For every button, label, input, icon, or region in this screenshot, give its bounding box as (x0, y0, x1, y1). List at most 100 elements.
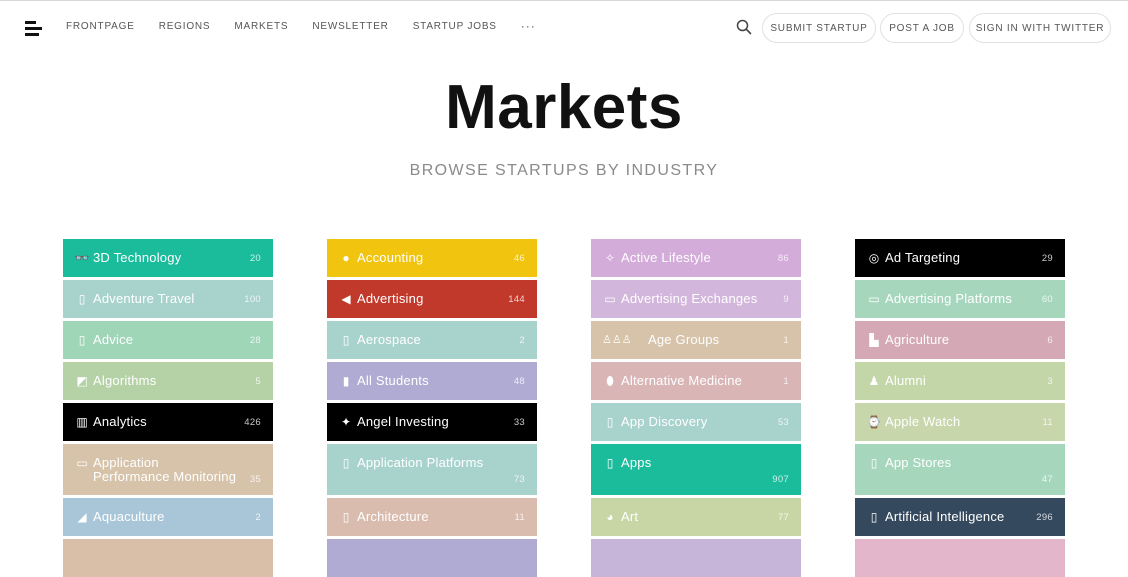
market-card[interactable]: 👓 3D Technology 20 (63, 239, 273, 277)
market-card[interactable]: ▭ Advertising Exchanges 9 (591, 280, 801, 318)
more-menu-icon[interactable]: ··· (521, 20, 536, 34)
market-name: App Discovery (621, 414, 708, 429)
market-card[interactable]: ▯ Application Platforms 73 (327, 444, 537, 495)
phone-icon: ▯ (606, 456, 614, 470)
sign-in-twitter-button[interactable]: SIGN IN WITH TWITTER (969, 13, 1111, 43)
market-card[interactable]: ▯ Apps 907 (591, 444, 801, 495)
market-name: Ad Targeting (885, 250, 961, 265)
market-count: 144 (508, 294, 525, 305)
bar-chart-icon: ▥ (76, 415, 88, 429)
market-card[interactable]: ▯ App Discovery 53 (591, 403, 801, 441)
glasses-icon: 👓 (74, 251, 90, 265)
placeholder-icon: ▯ (78, 292, 86, 306)
market-card[interactable]: ▭ Advertising Platforms 60 (855, 280, 1065, 318)
nav-newsletter[interactable]: NEWSLETTER (312, 20, 388, 34)
nav-regions[interactable]: REGIONS (159, 20, 211, 34)
market-name: Agriculture (885, 332, 950, 347)
money-bag-icon: ● (342, 251, 350, 265)
market-count: 47 (1041, 474, 1053, 485)
market-count: 86 (777, 253, 789, 264)
phone-icon: ▯ (606, 415, 614, 429)
nav-frontpage[interactable]: FRONTPAGE (66, 20, 135, 34)
market-count: 5 (255, 376, 261, 387)
market-card[interactable]: ♙♙♙ Age Groups 1 (591, 321, 801, 359)
market-card[interactable]: ◀ Advertising 144 (327, 280, 537, 318)
market-card[interactable]: ◕ Art 77 (591, 498, 801, 536)
alumni-icon: ♟ (868, 374, 880, 388)
market-card[interactable]: ▯ Adventure Travel 100 (63, 280, 273, 318)
market-card[interactable] (591, 539, 801, 577)
market-card[interactable] (327, 539, 537, 577)
book-icon: ▮ (342, 374, 350, 388)
placeholder-icon: ▯ (342, 510, 350, 524)
market-card[interactable] (855, 539, 1065, 577)
placeholder-icon: ▯ (342, 333, 350, 347)
search-icon[interactable] (736, 19, 752, 35)
market-card[interactable]: ⌚ Apple Watch 11 (855, 403, 1065, 441)
market-card[interactable]: ◢ Aquaculture 2 (63, 498, 273, 536)
submit-startup-button[interactable]: SUBMIT STARTUP (762, 13, 876, 43)
market-card[interactable]: ▮ All Students 48 (327, 362, 537, 400)
market-name: Advice (93, 332, 134, 347)
wave-icon: ◢ (77, 510, 87, 524)
logo-menu-icon[interactable] (25, 21, 42, 37)
market-count: 35 (249, 474, 261, 485)
market-name: Art (621, 509, 639, 524)
market-name: Apple Watch (885, 414, 961, 429)
market-card[interactable]: ▯ Advice 28 (63, 321, 273, 359)
market-count: 29 (1041, 253, 1053, 264)
market-card[interactable]: ⬮ Alternative Medicine 1 (591, 362, 801, 400)
market-name: Accounting (357, 250, 424, 265)
placeholder-icon: ▯ (78, 333, 86, 347)
market-count: 6 (1047, 335, 1053, 346)
market-count: 33 (513, 417, 525, 428)
target-icon: ◎ (868, 251, 880, 265)
monitor-icon: ▭ (604, 292, 616, 306)
market-name: Algorithms (93, 373, 157, 388)
market-name: App Stores (885, 455, 952, 470)
market-count: 77 (777, 512, 789, 523)
market-name: 3D Technology (93, 250, 182, 265)
market-name: Advertising Platforms (885, 291, 1013, 306)
market-card[interactable]: ♟ Alumni 3 (855, 362, 1065, 400)
market-card[interactable]: ▯ Artificial Intelligence 296 (855, 498, 1065, 536)
market-count: 20 (249, 253, 261, 264)
market-count: 2 (519, 335, 525, 346)
market-name: All Students (357, 373, 429, 388)
market-card[interactable]: ◎ Ad Targeting 29 (855, 239, 1065, 277)
market-card[interactable]: ▥ Analytics 426 (63, 403, 273, 441)
angel-icon: ✦ (340, 415, 352, 429)
people-icon: ♙♙♙ (602, 334, 632, 346)
market-card[interactable]: ▙ Agriculture 6 (855, 321, 1065, 359)
market-card[interactable]: ✧ Active Lifestyle 86 (591, 239, 801, 277)
market-count: 60 (1041, 294, 1053, 305)
market-count: 3 (1047, 376, 1053, 387)
market-card[interactable]: ● Accounting 46 (327, 239, 537, 277)
market-card[interactable] (63, 539, 273, 577)
market-name: Active Lifestyle (621, 250, 711, 265)
market-count: 1 (783, 335, 789, 346)
market-count: 296 (1036, 512, 1053, 523)
nav-startup-jobs[interactable]: STARTUP JOBS (413, 20, 497, 34)
market-card[interactable]: ◩ Algorithms 5 (63, 362, 273, 400)
market-name: Age Groups (648, 332, 720, 347)
market-card[interactable]: ▯ Architecture 11 (327, 498, 537, 536)
market-count: 73 (513, 474, 525, 485)
market-name: Aerospace (357, 332, 421, 347)
market-name: Alternative Medicine (621, 373, 743, 388)
market-card[interactable]: ▯ App Stores 47 (855, 444, 1065, 495)
market-card[interactable]: ▭ Application Performance Monitoring 35 (63, 444, 273, 495)
post-job-button[interactable]: POST A JOB (880, 13, 964, 43)
market-count: 9 (783, 294, 789, 305)
market-name: Adventure Travel (93, 291, 195, 306)
monitor-icon: ▭ (76, 456, 88, 470)
market-card[interactable]: ✦ Angel Investing 33 (327, 403, 537, 441)
main-nav: FRONTPAGE REGIONS MARKETS NEWSLETTER STA… (66, 20, 536, 34)
market-count: 2 (255, 512, 261, 523)
market-card[interactable]: ▯ Aerospace 2 (327, 321, 537, 359)
palette-icon: ◕ (606, 510, 614, 524)
nav-markets[interactable]: MARKETS (234, 20, 288, 34)
phone-icon: ▯ (870, 456, 878, 470)
market-name: Advertising Exchanges (621, 291, 758, 306)
tractor-icon: ▙ (869, 333, 879, 347)
